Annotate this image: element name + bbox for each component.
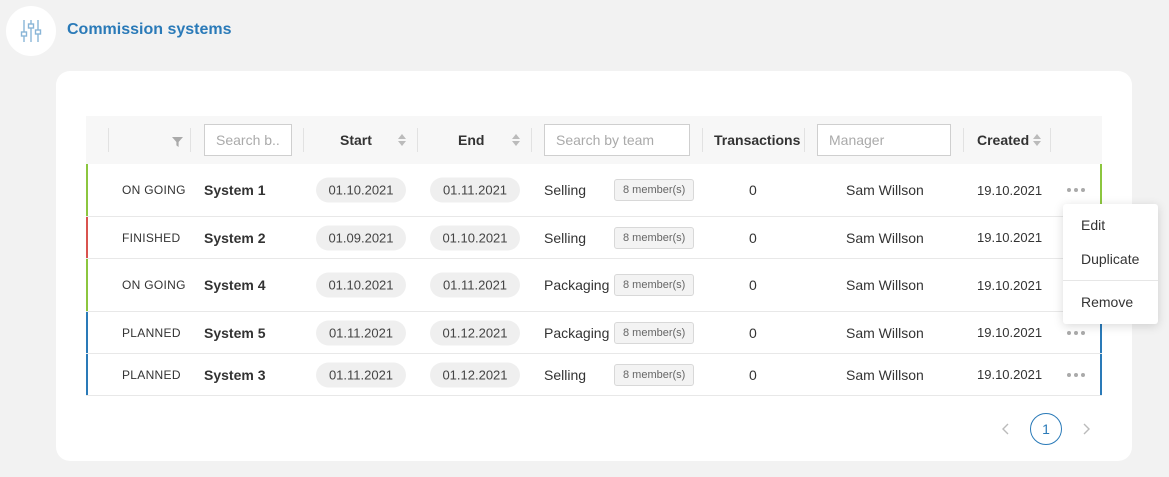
menu-item-edit[interactable]: Edit <box>1081 217 1105 233</box>
manager-search-input[interactable] <box>817 124 951 156</box>
team-name: Selling <box>544 229 587 246</box>
sort-icon[interactable] <box>512 134 521 146</box>
created-date: 19.10.2021 <box>977 367 1043 382</box>
manager-name: Sam Willson <box>846 366 924 383</box>
menu-item-duplicate[interactable]: Duplicate <box>1081 251 1139 267</box>
end-date: 01.12.2021 <box>430 320 520 345</box>
start-date: 01.10.2021 <box>316 177 406 203</box>
team-name: Selling <box>544 366 587 383</box>
start-date: 01.11.2021 <box>316 362 406 387</box>
column-created[interactable]: Created <box>977 116 1042 164</box>
created-date: 19.10.2021 <box>977 182 1043 198</box>
column-end-label: End <box>458 132 485 148</box>
sliders-icon <box>6 6 56 56</box>
system-name[interactable]: System 1 <box>204 164 265 216</box>
created-date: 19.10.2021 <box>977 277 1043 293</box>
transactions-count: 0 <box>749 366 757 383</box>
more-options-icon[interactable] <box>1067 371 1085 379</box>
system-name[interactable]: System 4 <box>204 259 265 311</box>
table-row[interactable]: FINISHED System 2 01.09.2021 01.10.2021 … <box>86 217 1102 259</box>
table-row[interactable]: PLANNED System 3 01.11.2021 01.12.2021 S… <box>86 354 1102 396</box>
page-title: Commission systems <box>67 21 232 38</box>
table-row[interactable]: ON GOING System 4 01.10.2021 01.11.2021 … <box>86 259 1102 312</box>
pagination-current-page[interactable]: 1 <box>1030 413 1062 445</box>
team-name: Selling <box>544 182 587 198</box>
column-start-label: Start <box>340 132 372 148</box>
members-badge[interactable]: 8 member(s) <box>614 226 695 249</box>
transactions-count: 0 <box>749 182 757 198</box>
transactions-count: 0 <box>749 229 757 246</box>
table-header: Start End Transactions Created <box>86 116 1102 164</box>
more-options-icon[interactable] <box>1067 186 1085 194</box>
column-transactions[interactable]: Transactions <box>714 116 800 164</box>
members-badge[interactable]: 8 member(s) <box>614 274 695 296</box>
system-name[interactable]: System 5 <box>204 312 265 353</box>
members-badge[interactable]: 8 member(s) <box>614 363 695 386</box>
team-name: Packaging <box>544 324 610 341</box>
menu-item-remove[interactable]: Remove <box>1081 294 1133 310</box>
end-date: 01.11.2021 <box>430 272 520 298</box>
column-start[interactable]: Start <box>340 116 406 164</box>
start-date: 01.10.2021 <box>316 272 406 298</box>
members-badge[interactable]: 8 member(s) <box>614 321 695 344</box>
status-badge: ON GOING <box>122 278 186 292</box>
row-context-menu: Edit Duplicate Remove <box>1063 204 1158 324</box>
manager-name: Sam Willson <box>846 182 924 198</box>
table-row[interactable]: ON GOING System 1 01.10.2021 01.11.2021 … <box>86 164 1102 217</box>
more-options-icon[interactable] <box>1067 329 1085 337</box>
transactions-count: 0 <box>749 324 757 341</box>
team-name: Packaging <box>544 277 610 293</box>
manager-name: Sam Willson <box>846 229 924 246</box>
start-date: 01.09.2021 <box>316 225 406 250</box>
chevron-right-icon[interactable] <box>1080 422 1092 436</box>
status-badge: PLANNED <box>122 325 181 340</box>
sort-icon[interactable] <box>1033 134 1042 146</box>
column-created-label: Created <box>977 132 1030 148</box>
end-date: 01.10.2021 <box>430 225 520 250</box>
menu-divider <box>1063 280 1158 281</box>
system-name[interactable]: System 3 <box>204 354 265 395</box>
manager-name: Sam Willson <box>846 324 924 341</box>
end-date: 01.12.2021 <box>430 362 520 387</box>
sort-icon[interactable] <box>397 134 406 146</box>
status-badge: ON GOING <box>122 183 186 197</box>
column-end[interactable]: End <box>458 116 521 164</box>
transactions-count: 0 <box>749 277 757 293</box>
system-name[interactable]: System 2 <box>204 217 265 258</box>
name-search-input[interactable] <box>204 124 292 156</box>
manager-name: Sam Willson <box>846 277 924 293</box>
start-date: 01.11.2021 <box>316 320 406 345</box>
end-date: 01.11.2021 <box>430 177 520 203</box>
table-row[interactable]: PLANNED System 5 01.11.2021 01.12.2021 P… <box>86 312 1102 354</box>
filter-icon[interactable] <box>172 134 183 152</box>
status-badge: PLANNED <box>122 367 181 382</box>
status-badge: FINISHED <box>122 230 181 245</box>
team-search-input[interactable] <box>544 124 690 156</box>
created-date: 19.10.2021 <box>977 230 1043 245</box>
members-badge[interactable]: 8 member(s) <box>614 179 695 201</box>
chevron-left-icon[interactable] <box>1000 422 1012 436</box>
created-date: 19.10.2021 <box>977 325 1043 340</box>
